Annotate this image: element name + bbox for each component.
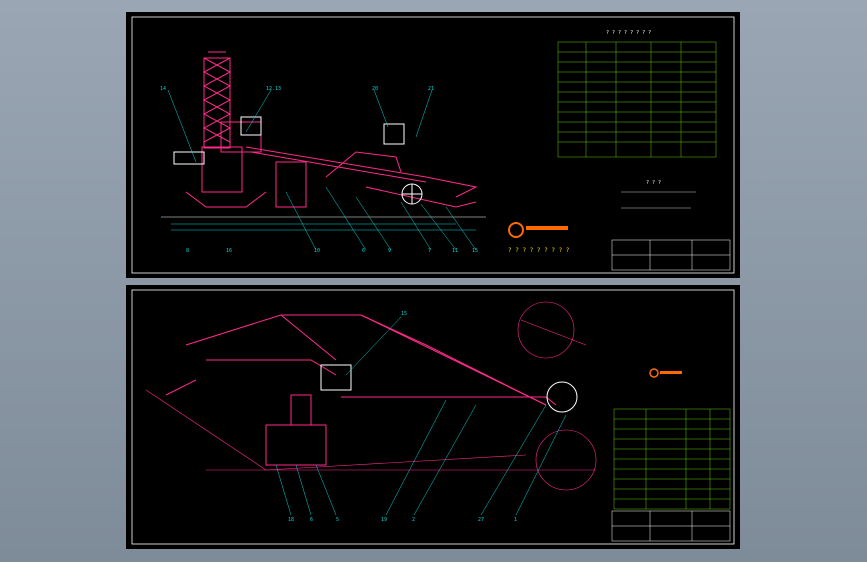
part-label: 20 — [372, 86, 378, 92]
logo-caption: ? ? ? ? ? ? ? ? ? — [508, 247, 570, 254]
machine-boom — [165, 314, 578, 466]
part-label: 16 — [226, 248, 232, 254]
part-label: 21 — [428, 86, 434, 92]
title-block — [611, 510, 731, 542]
part-label: 6 — [310, 517, 313, 523]
part-label: 14 — [160, 86, 166, 92]
logo-emblem — [649, 368, 682, 378]
part-label: 19 — [381, 517, 387, 523]
part-label: 5 — [336, 517, 339, 523]
part-label: 1 — [514, 517, 517, 523]
part-label: 7 — [428, 248, 431, 254]
machine-body — [173, 116, 478, 208]
part-label: 11 — [452, 248, 458, 254]
part-label: 10 — [314, 248, 320, 254]
drawing-canvas-top: 14 12.13 20 21 8 16 10 6 9 7 11 15 ? ? ?… — [131, 16, 735, 274]
drawing-canvas-bottom: 15 18 6 5 19 2 27 1 — [131, 289, 735, 545]
machine-tower — [202, 51, 232, 149]
part-label: 15 — [472, 248, 478, 254]
part-label: 12.13 — [266, 86, 281, 92]
table-title: ? ? ? ? ? ? ? ? — [606, 30, 651, 36]
sheet-frame — [131, 289, 735, 545]
part-label: 15 — [401, 311, 407, 317]
notes-title: ? ? ? — [646, 180, 661, 186]
sheet-frame — [131, 16, 735, 274]
part-label: 6 — [362, 248, 365, 254]
part-label: 2 — [412, 517, 415, 523]
part-label: 8 — [186, 248, 189, 254]
parts-table — [613, 408, 731, 510]
logo-emblem — [508, 222, 568, 238]
drawing-sheet-top: 14 12.13 20 21 8 16 10 6 9 7 11 15 ? ? ?… — [126, 12, 740, 278]
drawing-sheet-bottom: 15 18 6 5 19 2 27 1 — [126, 285, 740, 549]
parameter-table — [557, 41, 717, 158]
part-label: 9 — [388, 248, 391, 254]
part-label: 18 — [288, 517, 294, 523]
title-block — [611, 239, 731, 271]
part-label: 27 — [478, 517, 484, 523]
